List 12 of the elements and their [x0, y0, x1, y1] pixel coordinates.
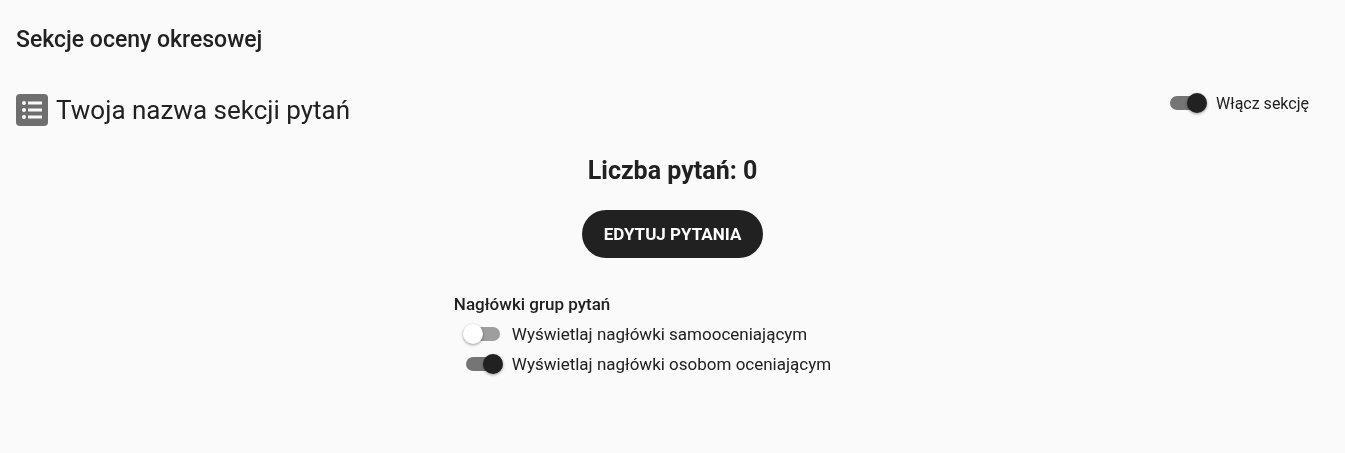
header-toggle[interactable] — [465, 357, 500, 371]
question-count: Liczba pytań: 0 — [587, 155, 758, 187]
section-title: Twoja nazwa sekcji pytań — [56, 94, 350, 127]
header-toggle[interactable] — [465, 327, 500, 341]
toggle-label: Wyświetlaj nagłówki osobom oceniającym — [511, 354, 832, 374]
list-icon — [16, 94, 48, 126]
section-toggle[interactable] — [1170, 96, 1205, 110]
group-headers-title: Nagłówki grup pytań — [453, 294, 612, 314]
toggle-label: Wyświetlaj nagłówki samooceniającym — [511, 324, 808, 344]
toggle-label: Włącz sekcję — [1216, 93, 1309, 113]
edit-questions-button[interactable]: EDYTUJ PYTANIA — [581, 210, 764, 258]
page-title: Sekcje oceny okresowej — [16, 25, 264, 55]
